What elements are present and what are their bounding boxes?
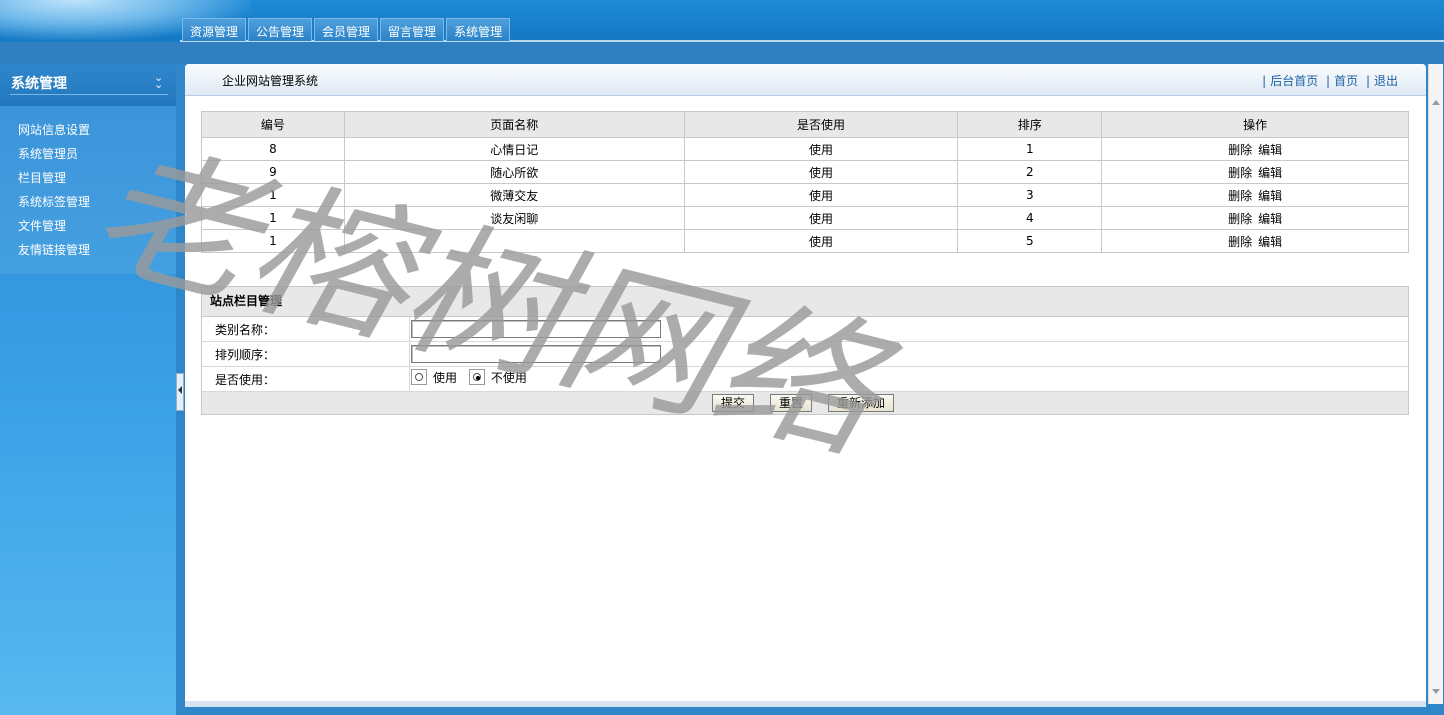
sidebar-item-site-info[interactable]: 网站信息设置	[18, 121, 90, 138]
col-header-status: 是否使用	[683, 111, 959, 138]
sidebar-title: 系统管理	[11, 76, 67, 92]
header-links: | 后台首页 | 首页 | 退出	[1262, 74, 1398, 88]
admin-home-link[interactable]: 后台首页	[1270, 74, 1318, 88]
cell-order: 1	[957, 137, 1103, 161]
col-header-name: 页面名称	[343, 111, 685, 138]
cell-status: 使用	[683, 137, 959, 161]
sidebar-item-admins[interactable]: 系统管理员	[18, 145, 78, 162]
category-name-input[interactable]	[411, 320, 661, 338]
cell-status: 使用	[683, 229, 959, 253]
form-row-order: 排列顺序：	[202, 342, 1408, 367]
not-use-radio-label: 不使用	[490, 371, 527, 385]
readd-button[interactable]: 重新添加	[828, 394, 895, 412]
col-header-actions: 操作	[1101, 111, 1409, 138]
sidebar-menu: 网站信息设置 系统管理员 栏目管理 系统标签管理 文件管理 友情链接管理	[0, 106, 176, 274]
sidebar-collapse-handle[interactable]	[176, 373, 184, 411]
table-row: 8 心情日记 使用 1 删除 编辑	[201, 137, 1409, 161]
sidebar-item-columns[interactable]: 栏目管理	[18, 169, 66, 186]
collapse-arrow-icon	[178, 386, 182, 394]
table-row: 9 随心所欲 使用 2 删除 编辑	[201, 160, 1409, 184]
tab-members[interactable]: 会员管理	[314, 18, 379, 41]
edit-link[interactable]: 编辑	[1258, 166, 1282, 180]
tab-system[interactable]: 系统管理	[446, 18, 511, 41]
cell-id: 9	[201, 160, 345, 184]
cell-order: 4	[957, 206, 1103, 230]
home-link[interactable]: 首页	[1334, 74, 1358, 88]
delete-link[interactable]: 删除	[1228, 166, 1252, 180]
sidebar-header[interactable]: 系统管理 ⌄ ⌄	[0, 64, 176, 106]
edit-link[interactable]: 编辑	[1258, 235, 1282, 249]
main-bottom-edge	[185, 701, 1426, 707]
sidebar-divider	[10, 94, 168, 95]
form-title: 站点栏目管理	[202, 287, 1408, 317]
radio-selected-dot	[475, 376, 480, 380]
table-row: 1 谈友闲聊 使用 4 删除 编辑	[201, 206, 1409, 230]
cell-actions: 删除 编辑	[1101, 160, 1409, 184]
order-label: 排列顺序：	[215, 348, 276, 362]
vertical-scrollbar[interactable]	[1428, 64, 1443, 704]
table-row: 1 使用 5 删除 编辑	[201, 229, 1409, 253]
submit-button[interactable]: 提交	[712, 394, 755, 412]
sidebar-item-links[interactable]: 友情链接管理	[18, 241, 90, 258]
sidebar-item-tags[interactable]: 系统标签管理	[18, 193, 90, 210]
cell-order: 3	[957, 183, 1103, 207]
main-header: 企业网站管理系统 | 后台首页 | 首页 | 退出	[185, 64, 1426, 96]
form-row-use: 是否使用： 使用 不使用	[202, 367, 1408, 392]
top-lower-band	[0, 42, 1444, 64]
cell-name: 谈友闲聊	[343, 206, 685, 230]
nav-tabs: 资源管理 公告管理 会员管理 留言管理 系统管理	[182, 18, 511, 42]
not-use-radio[interactable]	[468, 369, 485, 385]
scroll-down-icon[interactable]	[1432, 689, 1440, 694]
name-label: 类别名称：	[215, 323, 276, 337]
col-header-id: 编号	[201, 111, 345, 138]
edit-link[interactable]: 编辑	[1258, 212, 1282, 226]
cell-name: 心情日记	[343, 137, 685, 161]
cell-id: 8	[201, 137, 345, 161]
tab-announcements[interactable]: 公告管理	[248, 18, 313, 41]
table-header-row: 编号 页面名称 是否使用 排序 操作	[201, 111, 1409, 138]
cell-order: 2	[957, 160, 1103, 184]
cell-name	[343, 229, 685, 253]
logout-link[interactable]: 退出	[1374, 74, 1398, 88]
tab-resources[interactable]: 资源管理	[182, 18, 247, 41]
delete-link[interactable]: 删除	[1228, 189, 1252, 203]
sidebar: 系统管理 ⌄ ⌄ 网站信息设置 系统管理员 栏目管理 系统标签管理 文件管理 友情…	[0, 64, 176, 715]
form-buttons: 提交 重置 重新添加	[202, 392, 1408, 414]
edit-link[interactable]: 编辑	[1258, 189, 1282, 203]
cell-actions: 删除 编辑	[1101, 206, 1409, 230]
cell-status: 使用	[683, 183, 959, 207]
cell-name: 微薄交友	[343, 183, 685, 207]
sidebar-item-files[interactable]: 文件管理	[18, 217, 66, 234]
cell-status: 使用	[683, 206, 959, 230]
cell-actions: 删除 编辑	[1101, 183, 1409, 207]
table-row: 1 微薄交友 使用 3 删除 编辑	[201, 183, 1409, 207]
reset-button[interactable]: 重置	[770, 394, 813, 412]
cell-order: 5	[957, 229, 1103, 253]
top-bar: 资源管理 公告管理 会员管理 留言管理 系统管理	[0, 0, 1444, 64]
edit-link[interactable]: 编辑	[1258, 143, 1282, 157]
cell-actions: 删除 编辑	[1101, 137, 1409, 161]
use-radio-label: 使用	[433, 371, 458, 385]
cell-id: 1	[201, 206, 345, 230]
cell-actions: 删除 编辑	[1101, 229, 1409, 253]
cell-id: 1	[201, 183, 345, 207]
col-header-order: 排序	[957, 111, 1103, 138]
scroll-up-icon[interactable]	[1432, 100, 1440, 105]
column-edit-form: 站点栏目管理 类别名称： 排列顺序： 是否使用： 使用 不使用 提交 重置 重新…	[201, 286, 1409, 415]
cell-status: 使用	[683, 160, 959, 184]
delete-link[interactable]: 删除	[1228, 143, 1252, 157]
delete-link[interactable]: 删除	[1228, 235, 1252, 249]
chevron-down-icon[interactable]: ⌄ ⌄	[154, 72, 163, 90]
sort-order-input[interactable]	[411, 345, 661, 363]
columns-table: 编号 页面名称 是否使用 排序 操作 8 心情日记 使用 1 删除 编辑 9 随心…	[201, 111, 1409, 253]
use-radio[interactable]	[411, 369, 427, 385]
page-title: 企业网站管理系统	[222, 74, 319, 88]
cell-name: 随心所欲	[343, 160, 685, 184]
form-row-name: 类别名称：	[202, 317, 1408, 342]
use-label: 是否使用：	[215, 373, 276, 387]
delete-link[interactable]: 删除	[1228, 212, 1252, 226]
cell-id: 1	[201, 229, 345, 253]
tab-messages[interactable]: 留言管理	[380, 18, 445, 41]
